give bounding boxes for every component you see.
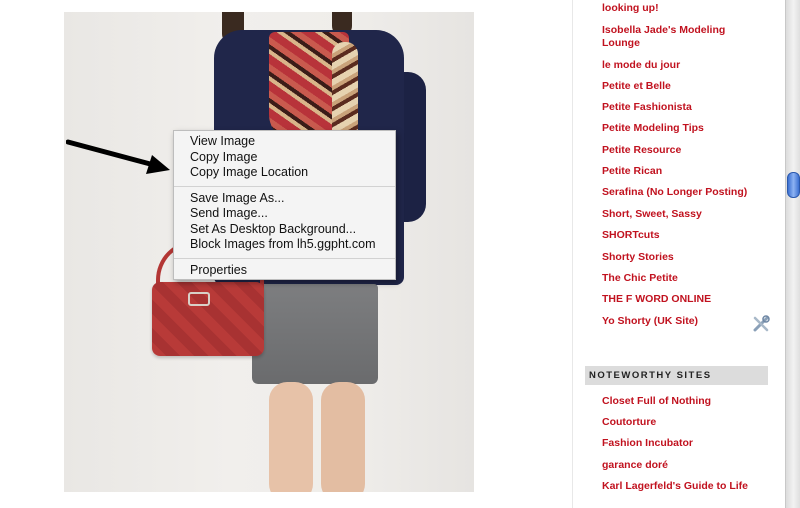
sidebar-divider: [572, 0, 573, 508]
sidebar-link[interactable]: looking up!: [602, 2, 762, 15]
grey-skirt: [252, 284, 378, 384]
bag-clasp: [188, 292, 210, 306]
sidebar-link[interactable]: Yo Shorty (UK Site): [602, 315, 762, 328]
scrollbar-thumb[interactable]: [787, 172, 800, 198]
vertical-scrollbar[interactable]: [785, 0, 800, 508]
sidebar-link[interactable]: THE F WORD ONLINE: [602, 293, 762, 306]
noteworthy-link[interactable]: Karl Lagerfeld's Guide to Life: [602, 480, 762, 493]
menu-save-image-as[interactable]: Save Image As...: [174, 191, 395, 207]
sidebar-link[interactable]: SHORTcuts: [602, 229, 762, 242]
noteworthy-link[interactable]: Closet Full of Nothing: [602, 395, 762, 408]
leg: [269, 382, 313, 492]
sidebar-link[interactable]: Isobella Jade's Modeling Lounge: [602, 24, 762, 50]
sidebar-link[interactable]: The Chic Petite: [602, 272, 762, 285]
menu-properties[interactable]: Properties: [174, 263, 395, 279]
noteworthy-link[interactable]: Fashion Incubator: [602, 437, 762, 450]
sidebar-link[interactable]: le mode du jour: [602, 59, 762, 72]
leg: [321, 382, 365, 492]
sidebar-link[interactable]: Petite Resource: [602, 144, 762, 157]
menu-copy-image[interactable]: Copy Image: [174, 150, 395, 166]
sidebar-link[interactable]: Petite Fashionista: [602, 101, 762, 114]
red-quilted-bag: [152, 282, 264, 356]
menu-send-image[interactable]: Send Image...: [174, 206, 395, 222]
menu-copy-image-location[interactable]: Copy Image Location: [174, 165, 395, 181]
noteworthy-sites-heading: NOTEWORTHY SITES: [585, 366, 768, 385]
noteworthy-link[interactable]: garance doré: [602, 459, 762, 472]
tools-icon[interactable]: [752, 315, 770, 333]
sidebar-link[interactable]: Petite et Belle: [602, 80, 762, 93]
menu-separator: [174, 257, 395, 259]
arrow-icon: [66, 139, 170, 174]
noteworthy-link[interactable]: Coutorture: [602, 416, 762, 429]
sidebar-link[interactable]: Serafina (No Longer Posting): [602, 186, 762, 199]
menu-view-image[interactable]: View Image: [174, 134, 395, 150]
image-context-menu: View Image Copy Image Copy Image Locatio…: [173, 130, 396, 280]
menu-separator: [174, 185, 395, 187]
menu-block-images[interactable]: Block Images from lh5.ggpht.com: [174, 237, 395, 253]
sidebar-link[interactable]: Shorty Stories: [602, 251, 762, 264]
sidebar-link[interactable]: Short, Sweet, Sassy: [602, 208, 762, 221]
sidebar-link[interactable]: Petite Rican: [602, 165, 762, 178]
sidebar-link[interactable]: Petite Modeling Tips: [602, 122, 762, 135]
menu-set-desktop-background[interactable]: Set As Desktop Background...: [174, 222, 395, 238]
